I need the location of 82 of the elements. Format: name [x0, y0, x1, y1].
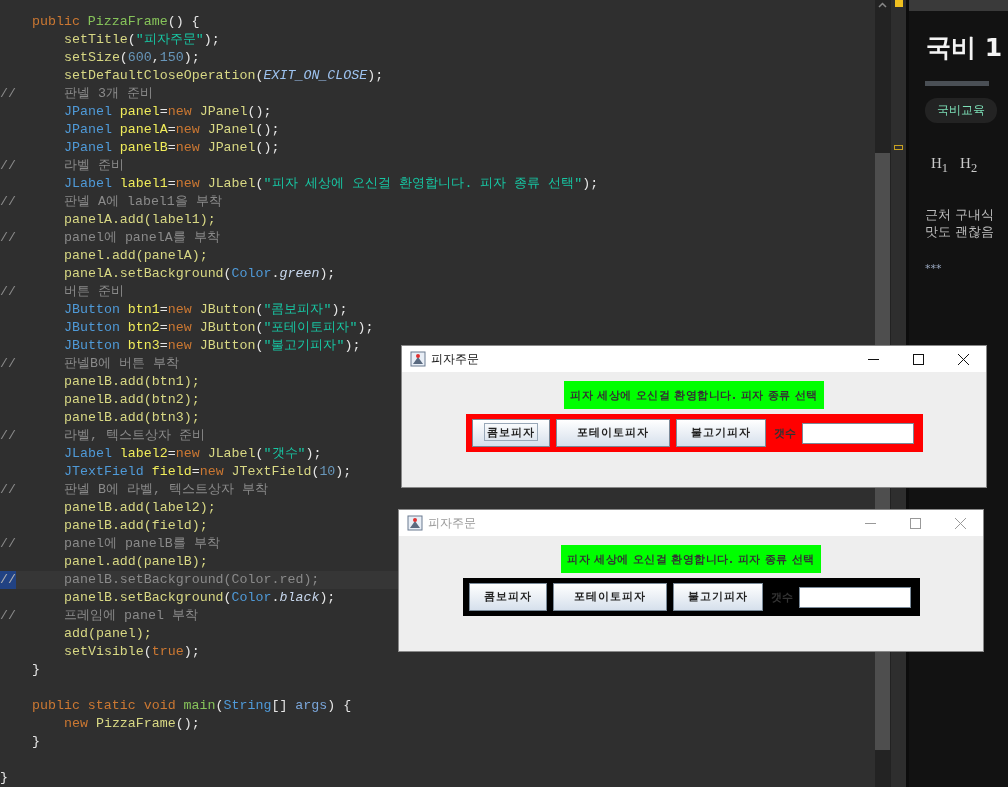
code-line: panel에 panelA를 부착	[64, 229, 220, 247]
comment-marker: //	[0, 481, 16, 499]
pizza-button[interactable]: 콤보피자	[471, 419, 550, 447]
app-icon	[410, 351, 426, 367]
window-title: 피자주문	[428, 514, 476, 532]
comment-marker: //	[0, 355, 16, 373]
comment-marker: //	[0, 571, 16, 589]
code-line: setTitle("피자주문");	[64, 31, 220, 49]
code-line: 판넬 B에 라벨, 텍스트상자 부착	[64, 481, 268, 499]
code-line: 판넬B에 버튼 부착	[64, 355, 179, 373]
title-underline	[925, 81, 989, 86]
code-line: 판넬 3개 준비	[64, 85, 153, 103]
code-line: JButton btn2=new JButton("포테이토피자");	[64, 319, 374, 337]
comment-marker: //	[0, 85, 16, 103]
code-line: JPanel panelB=new JPanel();	[64, 139, 280, 157]
code-line: public static void main(String[] args) {	[32, 697, 352, 715]
comment-marker: //	[0, 157, 16, 175]
comment-marker: //	[0, 283, 16, 301]
code-line: panelB.add(btn3);	[64, 409, 200, 427]
tag-chip[interactable]: 국비교육	[925, 98, 997, 123]
heading-button[interactable]: H$_{2}$	[958, 155, 980, 176]
comment-marker: //	[0, 607, 16, 625]
code-line: JPanel panelA=new JPanel();	[64, 121, 280, 139]
code-line: }	[32, 661, 40, 679]
maximize-icon	[910, 517, 921, 529]
code-line: panelB.add(field);	[64, 517, 208, 535]
heading-button[interactable]: H$_{1}$	[929, 155, 951, 176]
close-icon	[955, 517, 966, 529]
scroll-up-icon[interactable]	[878, 2, 887, 8]
post-title: 국비 1	[926, 33, 1004, 63]
welcome-label: 피자 세상에 오신걸 환영합니다. 피자 종류 선택	[564, 381, 824, 409]
code-line: 라벨, 텍스트상자 준비	[64, 427, 205, 445]
separator-text: ***	[925, 262, 943, 275]
post-text: 맛도 괜찮음	[925, 223, 995, 240]
pizza-button[interactable]: 포테이토피자	[555, 419, 670, 447]
code-line: JLabel label1=new JLabel("피자 세상에 오신걸 환영합니다. 피자 종류 선택");	[64, 175, 599, 193]
code-line: JTextField field=new JTextField(10);	[64, 463, 352, 481]
code-line: add(panel);	[64, 625, 152, 643]
welcome-label: 피자 세상에 오신걸 환영합니다. 피자 종류 선택	[561, 545, 821, 573]
code-line: JButton btn3=new JButton("불고기피자");	[64, 337, 361, 355]
code-line: JPanel panel=new JPanel();	[64, 103, 272, 121]
maximize-icon	[913, 353, 924, 365]
code-line: setSize(600,150);	[64, 49, 200, 67]
code-line: 라벨 준비	[64, 157, 124, 175]
app-icon	[407, 515, 423, 531]
overview-marker[interactable]	[894, 0, 903, 7]
code-line: panelB.setBackground(Color.red);	[64, 571, 320, 589]
code-line: public PizzaFrame() {	[32, 13, 200, 31]
code-line: panel에 panelB를 부착	[64, 535, 220, 553]
code-line: setVisible(true);	[64, 643, 200, 661]
comment-marker: //	[0, 427, 16, 445]
code-line: panelA.setBackground(Color.green);	[64, 265, 336, 283]
pizza-button[interactable]: 포테이토피자	[552, 583, 667, 611]
comment-marker: //	[0, 193, 16, 211]
pizza-button[interactable]: 불고기피자	[675, 419, 766, 447]
code-line: panelB.setBackground(Color.black);	[64, 589, 336, 607]
window-title: 피자주문	[431, 350, 479, 368]
code-line: panelB.add(btn2);	[64, 391, 200, 409]
count-label: 갯수	[773, 425, 796, 441]
count-field[interactable]	[798, 586, 911, 608]
overview-marker[interactable]	[894, 145, 903, 150]
code-line: setDefaultCloseOperation(EXIT_ON_CLOSE);	[64, 67, 384, 85]
code-line: panelA.add(label1);	[64, 211, 216, 229]
code-line: JButton btn1=new JButton("콤보피자");	[64, 301, 348, 319]
close-icon	[958, 353, 969, 365]
code-line: }	[32, 733, 40, 751]
code-line: JLabel label2=new JLabel("갯수");	[64, 445, 322, 463]
code-line: 판넬 A에 label1을 부착	[64, 193, 222, 211]
code-line: panelB.add(btn1);	[64, 373, 200, 391]
comment-marker: //	[0, 535, 16, 553]
code-line: panel.add(panelB);	[64, 553, 208, 571]
code-line: panelB.add(label2);	[64, 499, 216, 517]
comment-marker: //	[0, 229, 16, 247]
count-field[interactable]	[801, 422, 914, 444]
pizza-button[interactable]: 콤보피자	[468, 583, 547, 611]
code-line: new PizzaFrame();	[64, 715, 200, 733]
code-line: }	[0, 769, 8, 787]
pizza-button[interactable]: 불고기피자	[672, 583, 763, 611]
code-line: panel.add(panelA);	[64, 247, 208, 265]
code-line: 프레임에 panel 부착	[64, 607, 198, 625]
post-text: 근처 구내식	[925, 206, 995, 223]
code-line: 버튼 준비	[64, 283, 124, 301]
